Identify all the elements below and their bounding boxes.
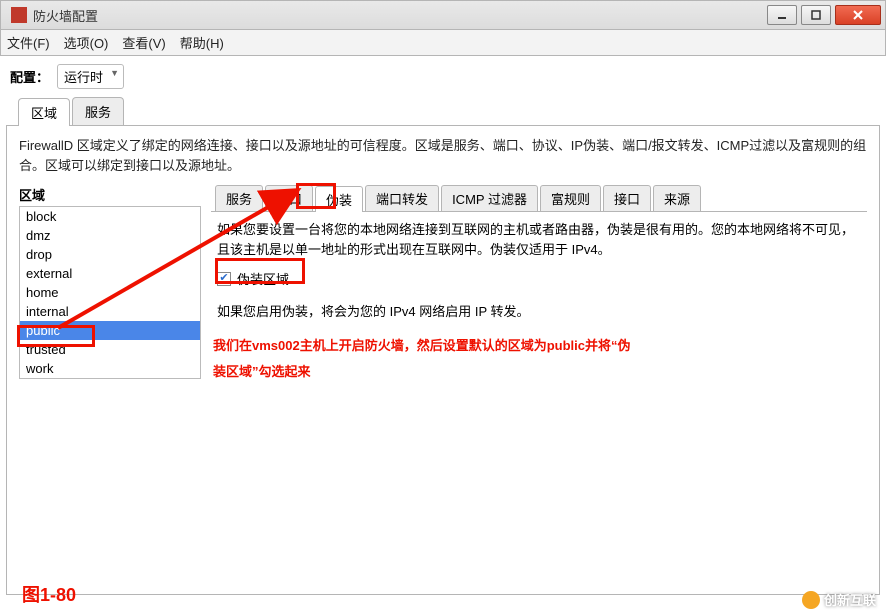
sub-tabs: 服务 端口 伪装 端口转发 ICMP 过滤器 富规则 接口 来源: [211, 185, 867, 212]
tab-service[interactable]: 服务: [72, 97, 124, 125]
maximize-button[interactable]: [801, 5, 831, 25]
menu-view[interactable]: 查看(V): [122, 33, 165, 52]
masq-help1: 如果您要设置一台将您的本地网络连接到互联网的主机或者路由器，伪装是很有用的。您的…: [217, 220, 861, 259]
subtab-rich[interactable]: 富规则: [540, 185, 601, 211]
subtab-source[interactable]: 来源: [653, 185, 701, 211]
zone-item-dmz[interactable]: dmz: [20, 226, 200, 245]
top-tabs: 区域 服务: [0, 97, 886, 125]
menu-bar: 文件(F) 选项(O) 查看(V) 帮助(H): [0, 30, 886, 56]
config-label: 配置：: [10, 67, 49, 86]
subtab-port[interactable]: 端口: [265, 185, 313, 211]
masq-checkbox-label: 伪装区域: [237, 269, 289, 288]
watermark-logo-icon: [802, 591, 820, 609]
subtab-service[interactable]: 服务: [215, 185, 263, 211]
masq-checkbox[interactable]: [217, 272, 231, 286]
menu-options[interactable]: 选项(O): [64, 33, 109, 52]
zone-item-home[interactable]: home: [20, 283, 200, 302]
watermark: 创新互联: [802, 590, 876, 609]
window-title: 防火墙配置: [33, 6, 767, 25]
zone-item-external[interactable]: external: [20, 264, 200, 283]
panel-description: FirewallD 区域定义了绑定的网络连接、接口以及源地址的可信程度。区域是服…: [19, 136, 867, 175]
title-bar: 防火墙配置: [0, 0, 886, 30]
zone-header: 区域: [19, 185, 201, 204]
subtab-icmp[interactable]: ICMP 过滤器: [441, 185, 538, 211]
menu-help[interactable]: 帮助(H): [180, 33, 224, 52]
zone-item-drop[interactable]: drop: [20, 245, 200, 264]
figure-label: 图1-80: [22, 581, 76, 607]
main-panel: FirewallD 区域定义了绑定的网络连接、接口以及源地址的可信程度。区域是服…: [6, 125, 880, 595]
subtab-portfwd[interactable]: 端口转发: [365, 185, 439, 211]
menu-file[interactable]: 文件(F): [7, 33, 50, 52]
config-select[interactable]: 运行时: [57, 64, 124, 89]
minimize-button[interactable]: [767, 5, 797, 25]
zone-item-trusted[interactable]: trusted: [20, 340, 200, 359]
config-row: 配置： 运行时: [0, 56, 886, 97]
close-button[interactable]: [835, 5, 881, 25]
zone-item-internal[interactable]: internal: [20, 302, 200, 321]
zone-list[interactable]: block dmz drop external home internal pu…: [19, 206, 201, 379]
zone-item-public[interactable]: public: [20, 321, 200, 340]
tab-zone[interactable]: 区域: [18, 98, 70, 126]
masq-help2: 如果您启用伪装，将会为您的 IPv4 网络启用 IP 转发。: [217, 302, 861, 322]
app-icon: [11, 7, 27, 23]
zone-detail: 服务 端口 伪装 端口转发 ICMP 过滤器 富规则 接口 来源 如果您要设置一…: [211, 185, 867, 583]
zone-item-block[interactable]: block: [20, 207, 200, 226]
subtab-iface[interactable]: 接口: [603, 185, 651, 211]
zone-item-work[interactable]: work: [20, 359, 200, 378]
subtab-masq[interactable]: 伪装: [315, 186, 363, 212]
